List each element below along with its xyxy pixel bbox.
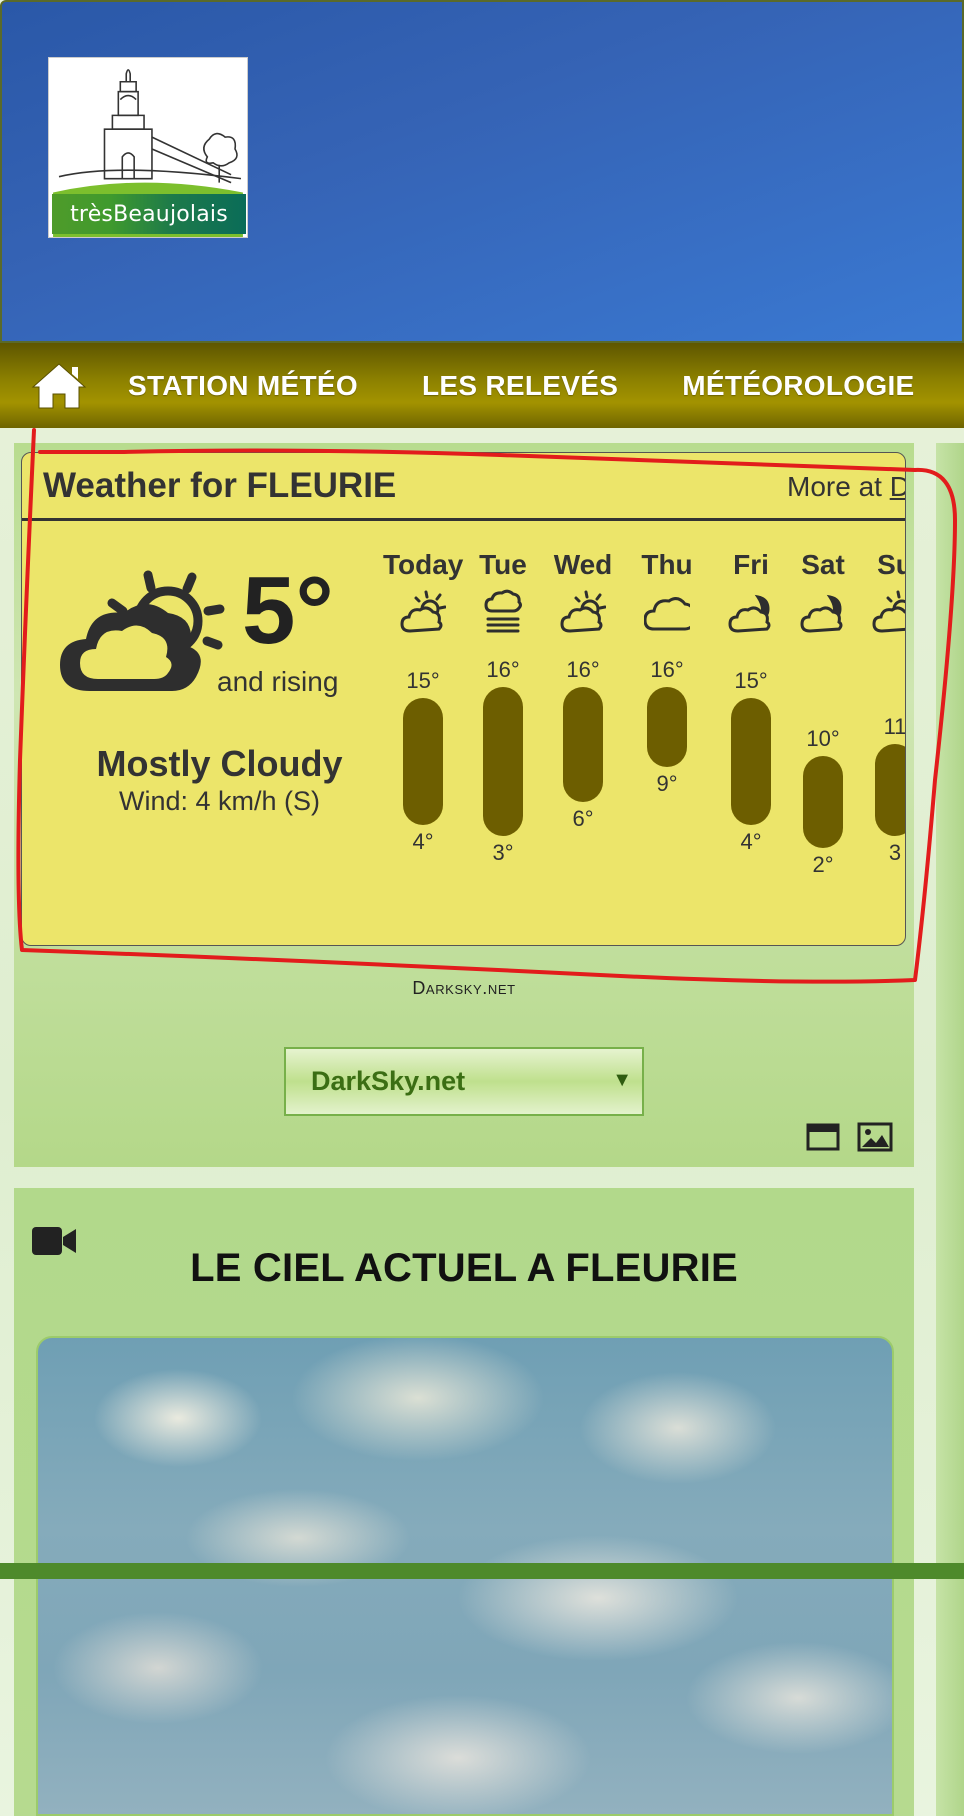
- forecast-day-label: Tue: [479, 549, 527, 580]
- chevron-down-icon: ▼: [612, 1069, 632, 1091]
- more-at-link[interactable]: More at D: [787, 471, 905, 503]
- home-icon[interactable]: [30, 360, 88, 412]
- more-at-link-text[interactable]: D: [890, 471, 905, 502]
- main-nav: STATION MÉTÉO LES RELEVÉS MÉTÉOROLOGIE: [0, 343, 964, 428]
- widget-header: Weather for FLEURIE More at D: [22, 453, 905, 521]
- partly-cloudy-icon: [872, 590, 905, 633]
- forecast-range-bar: [403, 698, 443, 825]
- forecast-high: 15°: [406, 668, 440, 694]
- source-label: Darksky.net: [412, 978, 516, 998]
- forecast-high: 16°: [486, 656, 520, 682]
- forecast-high: 16°: [650, 656, 684, 682]
- forecast-low: 3: [888, 840, 902, 866]
- forecast-range-bar: [731, 698, 771, 825]
- forecast-low: 9°: [656, 771, 678, 797]
- partly-cloudy-icon: [560, 590, 606, 633]
- more-at-prefix: More at: [787, 471, 890, 502]
- forecast-day-label: Fri: [733, 549, 769, 580]
- forecast-day-label: Thu: [641, 549, 693, 580]
- window-icon[interactable]: [806, 1122, 840, 1152]
- forecast-high: 11: [883, 714, 906, 740]
- forecast-source-value: DarkSky.net: [311, 1066, 466, 1096]
- forecast-day-label: Today: [383, 549, 464, 580]
- forecast-high: 10°: [806, 725, 840, 751]
- forecast-low: 3°: [492, 840, 514, 866]
- forecast-day-label: Su: [877, 549, 905, 580]
- forecast-range-bar: [483, 686, 523, 837]
- site-logo[interactable]: trèsBeaujolais: [48, 57, 248, 238]
- current-wind: Wind: 4 km/h (S): [118, 786, 321, 816]
- site-header: trèsBeaujolais: [0, 0, 964, 343]
- forecast-range-bar: [647, 686, 687, 768]
- current-condition: Mostly Cloudy: [96, 743, 343, 784]
- forecast-high: 15°: [734, 668, 768, 694]
- forecast-range-bar: [875, 744, 905, 837]
- webcam-title: LE CIEL ACTUEL A FLEURIE: [190, 1246, 738, 1290]
- mostly-cloudy-icon: [60, 570, 225, 691]
- weather-widget: Weather for FLEURIE More at D 5° and ris…: [21, 452, 906, 946]
- side-strip: [936, 443, 964, 1816]
- forecast-range-bar: [803, 755, 843, 848]
- cloudy-icon: [644, 597, 690, 631]
- nav-les-releves[interactable]: LES RELEVÉS: [422, 370, 618, 402]
- nav-station-meteo[interactable]: STATION MÉTÉO: [128, 370, 358, 402]
- forecast-low: 2°: [812, 851, 834, 877]
- partly-cloudy-night-icon: [800, 594, 843, 633]
- logo-text: trèsBeaujolais: [70, 201, 228, 227]
- current-temperature: 5°: [242, 557, 334, 664]
- forecast-source-select[interactable]: DarkSky.net ▼: [284, 1047, 644, 1116]
- fog-icon: [484, 589, 522, 633]
- temperature-trend: and rising: [217, 666, 339, 697]
- partly-cloudy-icon: [400, 590, 446, 633]
- forecast-range-bar: [563, 686, 603, 802]
- partly-cloudy-night-icon: [728, 594, 771, 633]
- forecast-low: 6°: [572, 805, 594, 831]
- widget-title: Weather for FLEURIE: [43, 466, 397, 505]
- forecast-low: 4°: [740, 828, 762, 854]
- image-icon[interactable]: [857, 1121, 893, 1153]
- logo-band: trèsBeaujolais: [52, 194, 246, 234]
- nav-meteorologie[interactable]: MÉTÉOROLOGIE: [682, 370, 914, 402]
- forecast-day-label: Wed: [553, 549, 613, 580]
- forecast-low: 4°: [412, 828, 434, 854]
- forecast-day-label: Sat: [801, 549, 845, 580]
- forecast-high: 16°: [566, 656, 600, 682]
- green-divider: [0, 1563, 964, 1579]
